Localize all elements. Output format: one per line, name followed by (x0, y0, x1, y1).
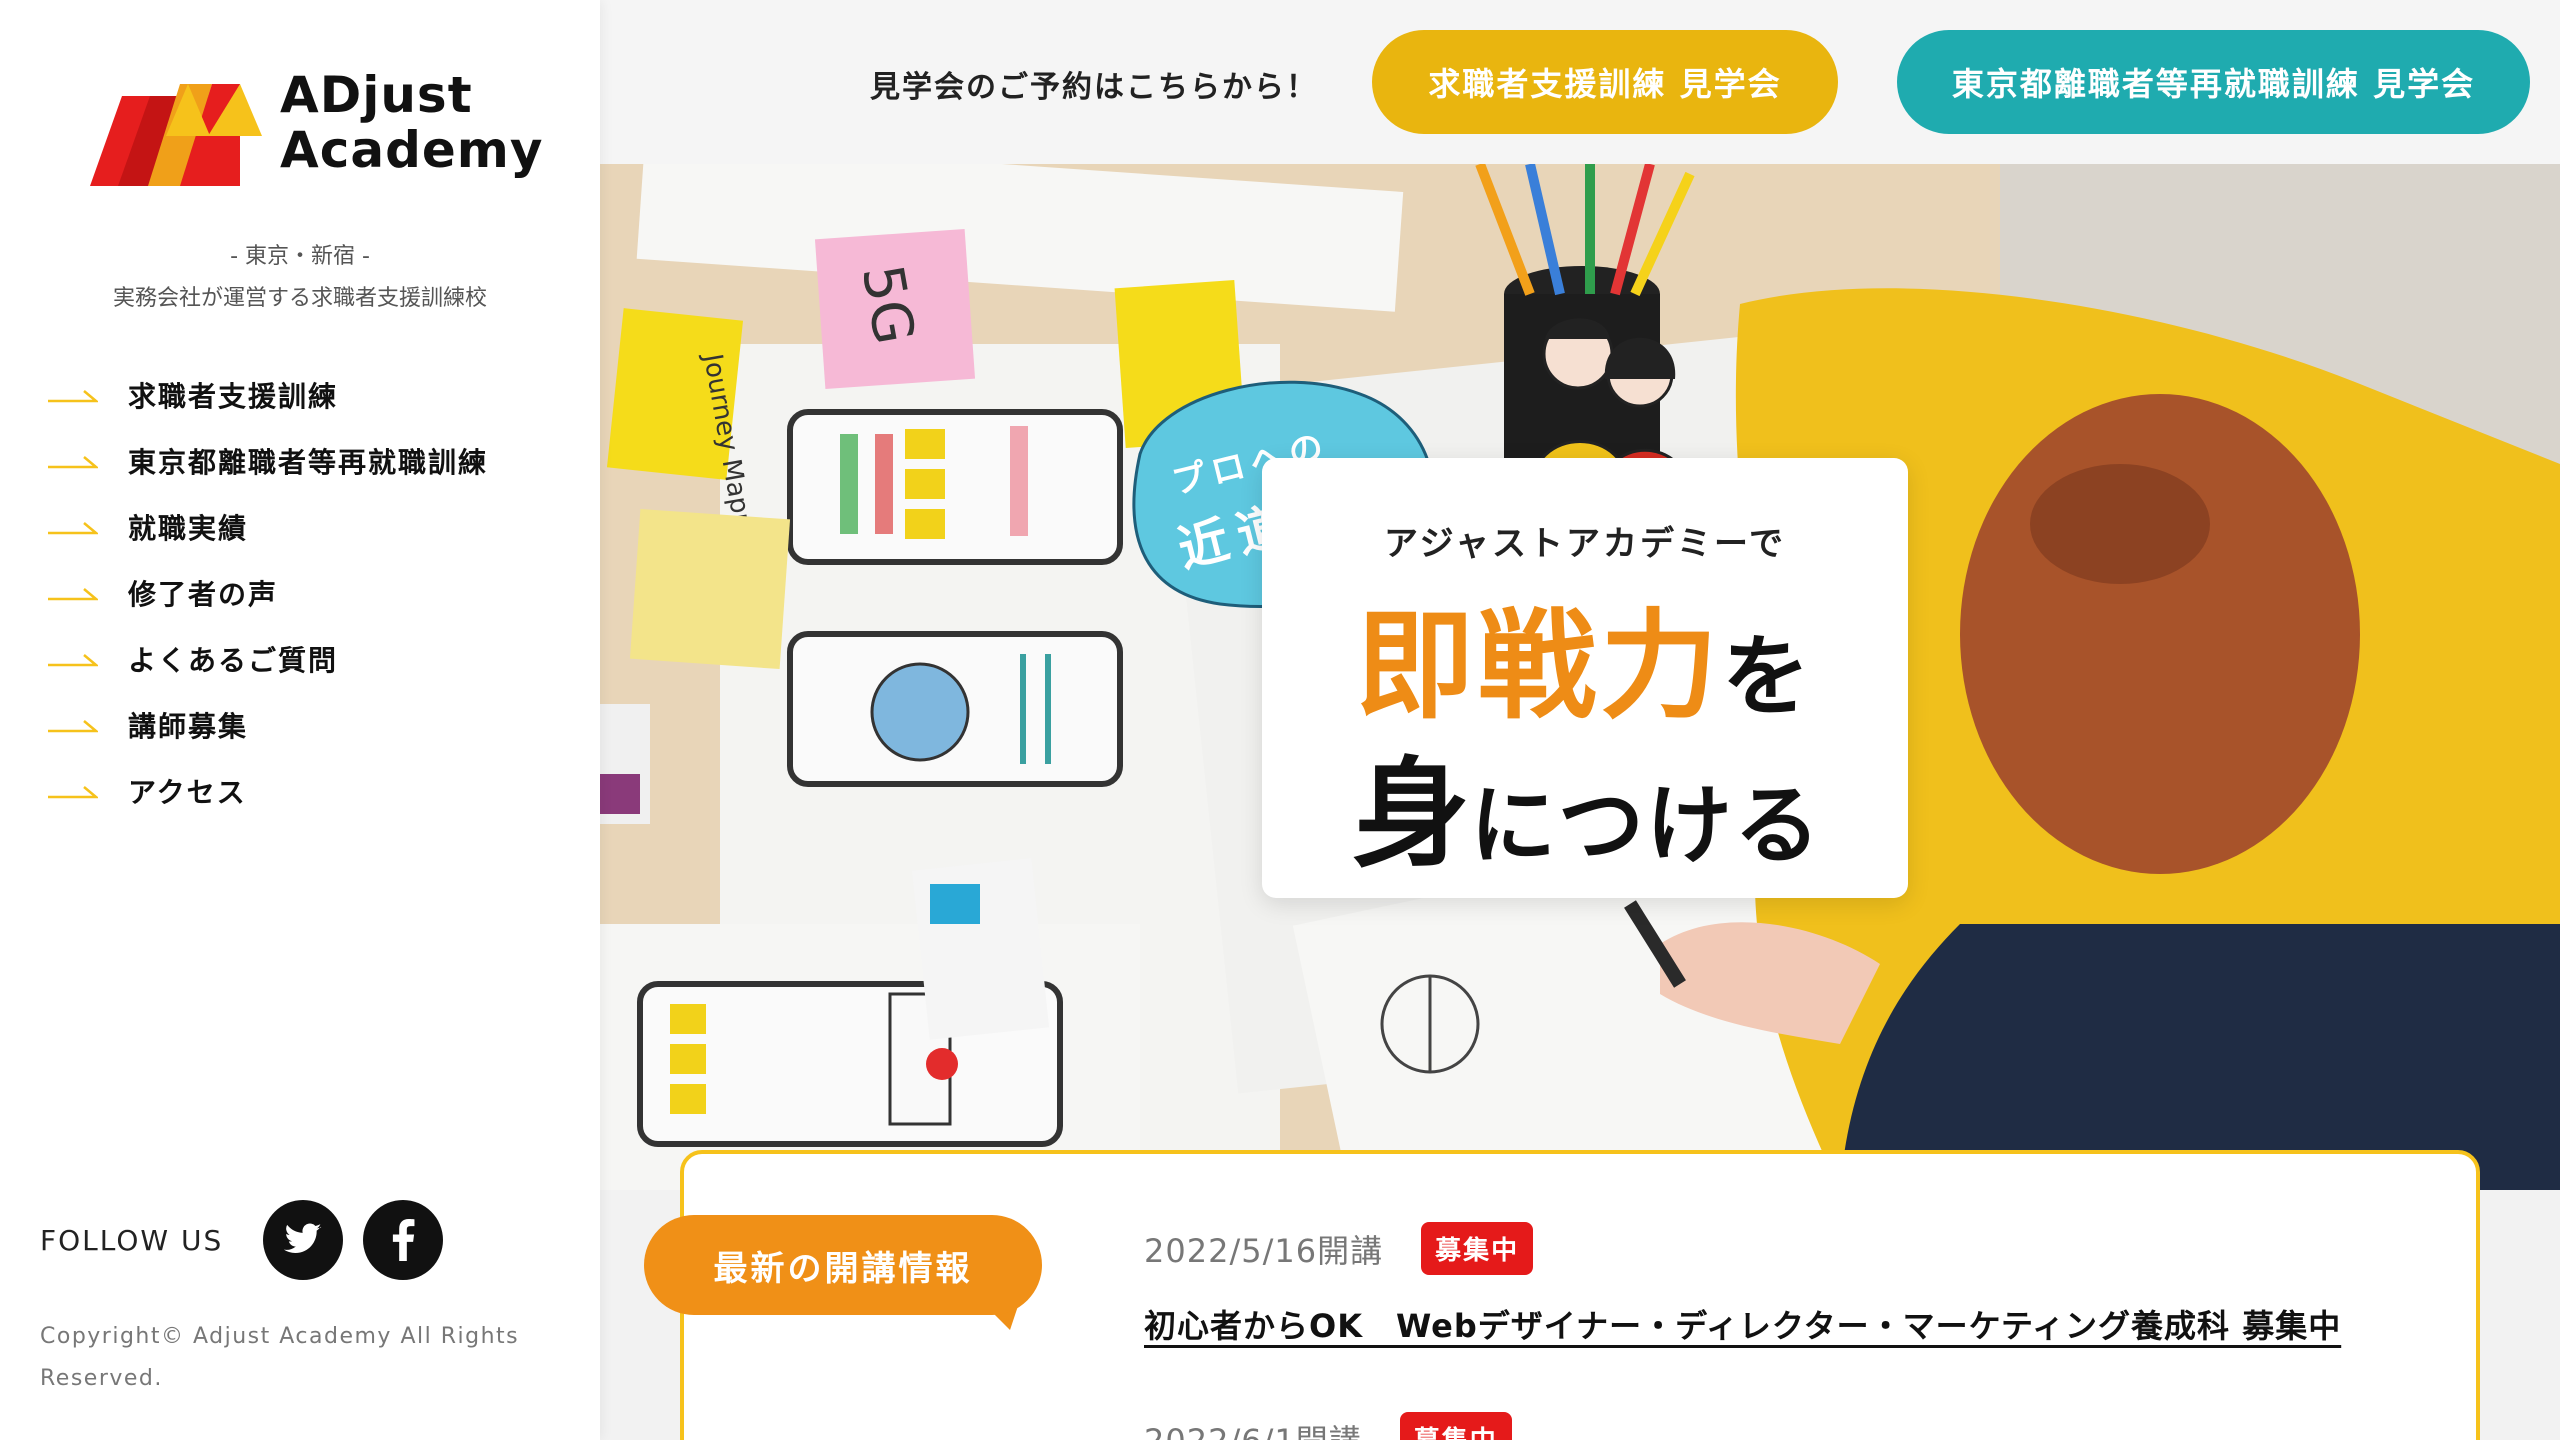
status-badge: 募集中 (1399, 1412, 1512, 1440)
nav-item-instructor-recruitment[interactable]: 講師募集 (48, 692, 488, 758)
tagline-location: - 東京・新宿 - (230, 244, 370, 269)
nav-item-label: 修了者の声 (128, 578, 279, 611)
hero-headline-accent: 即戦力 (1356, 597, 1723, 735)
top-bar: 見学会のご予約はこちらから！ 求職者支援訓練 見学会 東京都離職者等再就職訓練 … (600, 0, 2560, 164)
nav-item-job-seeker-training[interactable]: 求職者支援訓練 (48, 362, 488, 428)
sidebar: ADjust Academy - 東京・新宿 - 実務会社が運営する求職者支援訓… (0, 0, 600, 1440)
sticky-5g: 5G (849, 260, 927, 349)
hero-headline-card: アジャストアカデミーで 即戦力を 身につける (1262, 458, 1908, 898)
hero-section: 5G Journey Mapping プロへの アジャストアカデミーで 即戦力を… (600, 164, 2560, 1190)
news-item: 2022/6/1開講 募集中 (1144, 1412, 1512, 1440)
main-nav: 求職者支援訓練 東京都離職者等再就職訓練 就職実績 修了者の声 よくあるご質問 … (48, 362, 488, 824)
arrow-right-icon (48, 390, 98, 403)
arrow-right-icon (48, 786, 98, 799)
nav-item-access[interactable]: アクセス (48, 758, 488, 824)
nav-item-tokyo-training[interactable]: 東京都離職者等再就職訓練 (48, 428, 488, 494)
logo-text-line1: ADjust (280, 66, 473, 124)
tagline: - 東京・新宿 - 実務会社が運営する求職者支援訓練校 (0, 236, 600, 320)
nav-item-employment-results[interactable]: 就職実績 (48, 494, 488, 560)
news-date: 2022/5/16開講 (1144, 1231, 1384, 1270)
news-title-link[interactable]: 初心者からOK Webデザイナー・ディレクター・マーケティング養成科 募集中 (1144, 1301, 2341, 1347)
news-date: 2022/6/1開講 (1144, 1416, 1362, 1440)
nav-item-faq[interactable]: よくあるご質問 (48, 626, 488, 692)
nav-item-label: 求職者支援訓練 (128, 380, 339, 413)
hero-headline-particle: を (1722, 625, 1811, 728)
nav-item-label: 東京都離職者等再就職訓練 (128, 446, 489, 479)
site-logo[interactable]: ADjust Academy (90, 68, 542, 198)
arrow-right-icon (48, 654, 98, 667)
tokyo-tour-button[interactable]: 東京都離職者等再就職訓練 見学会 (1897, 30, 2530, 134)
hero-headline-kanji: 身 (1352, 745, 1471, 883)
job-seeker-tour-button[interactable]: 求職者支援訓練 見学会 (1372, 30, 1838, 134)
news-item: 2022/5/16開講 募集中 初心者からOK Webデザイナー・ディレクター・… (1144, 1222, 2341, 1347)
nav-item-label: よくあるご質問 (128, 644, 339, 677)
follow-us-label: FOLLOW US (40, 1223, 224, 1257)
arrow-right-icon (48, 456, 98, 469)
facebook-icon[interactable] (363, 1200, 444, 1280)
twitter-icon[interactable] (263, 1200, 344, 1280)
nav-item-label: 就職実績 (128, 512, 249, 545)
arrow-right-icon (48, 522, 98, 535)
copyright: Copyright© Adjust Academy All Rights Res… (40, 1324, 520, 1391)
latest-courses-label: 最新の開講情報 (644, 1215, 1042, 1315)
nav-item-label: アクセス (128, 776, 247, 809)
arrow-right-icon (48, 588, 98, 601)
logo-mark-icon (90, 84, 262, 186)
arrow-right-icon (48, 720, 98, 733)
hero-subtitle: アジャストアカデミーで (1384, 524, 1786, 564)
tour-cta-text: 見学会のご予約はこちらから！ (870, 70, 1318, 105)
nav-item-label: 講師募集 (128, 710, 249, 743)
logo-text-line2: Academy (280, 121, 544, 179)
follow-us: FOLLOW US (40, 1200, 463, 1280)
nav-item-graduate-voices[interactable]: 修了者の声 (48, 560, 488, 626)
hero-headline-rest: につける (1470, 776, 1823, 876)
status-badge: 募集中 (1421, 1222, 1534, 1275)
tagline-description: 実務会社が運営する求職者支援訓練校 (112, 286, 487, 311)
